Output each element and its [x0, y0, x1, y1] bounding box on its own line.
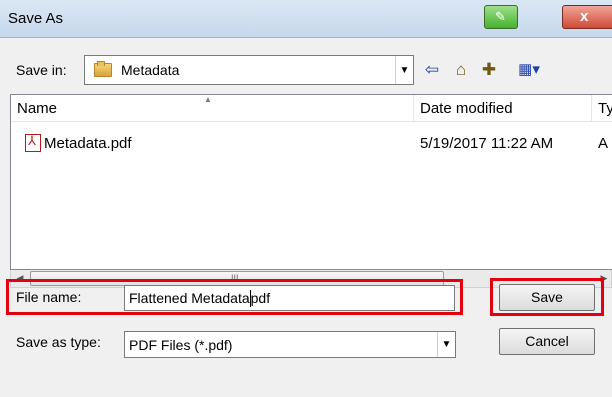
save-as-type-value: PDF Files (*.pdf): [129, 337, 233, 353]
save-in-dropdown[interactable]: Metadata ▼: [84, 55, 414, 85]
pen-icon: ✎: [495, 9, 506, 24]
save-in-label: Save in:: [16, 62, 67, 78]
view-menu-icon[interactable]: ▦▾: [514, 60, 544, 80]
file-row[interactable]: Metadata.pdf 5/19/2017 11:22 AM A: [11, 133, 612, 155]
sort-ascending-icon: ▲: [204, 95, 212, 104]
column-header-name[interactable]: Name: [11, 95, 414, 122]
save-in-value: Metadata: [121, 62, 180, 78]
save-as-type-dropdown[interactable]: PDF Files (*.pdf) ▼: [124, 331, 456, 358]
column-header-date-modified[interactable]: Date modified: [414, 95, 592, 122]
save-as-type-label: Save as type:: [16, 334, 101, 350]
file-type-cell: A: [598, 135, 609, 152]
new-folder-icon[interactable]: ✚: [478, 60, 500, 80]
save-button[interactable]: Save: [499, 284, 595, 311]
chevron-down-icon[interactable]: ▼: [437, 332, 455, 357]
file-name-input[interactable]: Flattened Metadatapdf: [124, 285, 455, 311]
close-icon: x: [580, 8, 589, 25]
file-list[interactable]: Name ▲ Date modified Ty Metadata.pdf 5/1…: [10, 94, 612, 270]
save-as-dialog: Save As ✎ x Save in: Metadata ▼ ⇦ ⌂ ✚ ▦▾…: [0, 0, 612, 397]
chevron-down-icon[interactable]: ▼: [395, 56, 413, 84]
file-name-label: File name:: [16, 289, 82, 305]
window-green-button[interactable]: ✎: [484, 5, 518, 29]
file-name-text: Flattened Metadatapdf: [129, 289, 271, 307]
list-header: Name ▲ Date modified Ty: [11, 95, 612, 122]
title-bar[interactable]: Save As ✎ x: [0, 0, 612, 38]
up-folder-icon[interactable]: ⌂: [450, 60, 472, 80]
file-date-cell: 5/19/2017 11:22 AM: [420, 135, 554, 152]
folder-icon: [94, 61, 112, 77]
window-title: Save As: [8, 10, 64, 27]
back-icon[interactable]: ⇦: [421, 60, 443, 80]
cancel-button[interactable]: Cancel: [499, 328, 595, 355]
close-button[interactable]: x: [562, 5, 612, 29]
pdf-file-icon: [25, 133, 41, 152]
file-name-cell: Metadata.pdf: [44, 135, 132, 152]
column-header-type[interactable]: Ty: [592, 95, 612, 122]
